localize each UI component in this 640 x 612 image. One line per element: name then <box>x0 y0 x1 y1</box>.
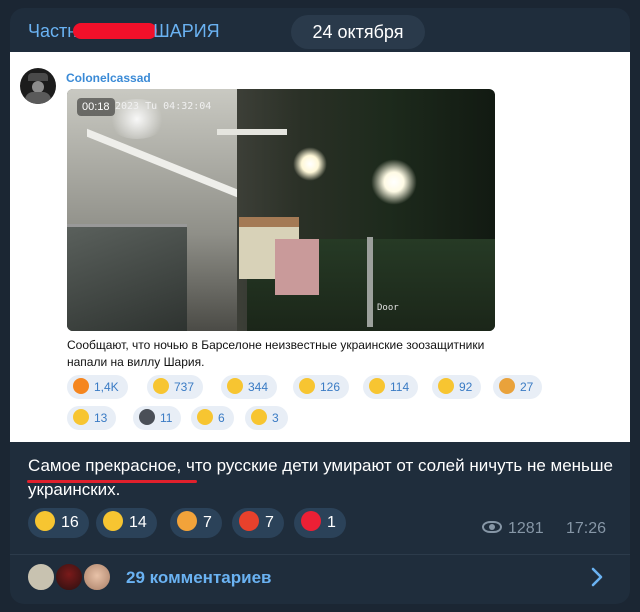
view-count: 1281 <box>482 520 544 538</box>
reaction-chip[interactable]: 114 <box>363 375 419 399</box>
clapping-icon <box>369 378 385 394</box>
reaction-chip[interactable]: 13 <box>67 406 117 430</box>
commenter-avatar <box>82 562 112 592</box>
comments-link[interactable]: 29 комментариев <box>126 568 271 588</box>
camera-timestamp: 2023 Tu 04:32:04 <box>115 101 212 112</box>
eye-icon <box>482 521 502 533</box>
video-thumbnail[interactable]: 00:18 2023 Tu 04:32:04 Door <box>67 89 495 331</box>
grinning-icon <box>153 378 169 394</box>
grinning-icon <box>35 511 55 531</box>
thumbs-up-icon <box>103 511 123 531</box>
angry-face-icon <box>239 511 259 531</box>
commenter-avatar <box>26 562 56 592</box>
message-card: Частн ШАРИЯ 24 октября Colonelcassad 00:1… <box>10 8 630 604</box>
screaming-icon <box>299 378 315 394</box>
reaction-chip[interactable]: 3 <box>245 406 288 430</box>
love-hearts-icon <box>197 409 213 425</box>
chevron-right-icon[interactable] <box>590 566 604 588</box>
forwarded-screenshot: Colonelcassad 00:18 2023 Tu 04:32:04 Doo… <box>10 52 630 442</box>
heart-eyes-icon <box>251 409 267 425</box>
party-popper-icon <box>499 378 515 394</box>
reaction-chip[interactable]: 6 <box>191 406 234 430</box>
reaction-button[interactable]: 7 <box>232 508 284 538</box>
forwarded-caption: Сообщают, что ночью в Барселоне неизвест… <box>67 338 485 369</box>
divider <box>10 554 630 555</box>
dark-moon-icon <box>139 409 155 425</box>
reaction-chip[interactable]: 344 <box>221 375 278 399</box>
reaction-chip[interactable]: 1,4K <box>67 375 128 399</box>
reaction-chip[interactable]: 27 <box>493 375 543 399</box>
channel-title-prefix: Частн <box>28 21 78 41</box>
message-text: Самое прекрасное, что русские дети умира… <box>28 454 618 502</box>
author-avatar <box>20 68 56 104</box>
fire-icon <box>73 378 89 394</box>
reaction-chip[interactable]: 11 <box>133 406 182 430</box>
reaction-chip[interactable]: 126 <box>293 375 350 399</box>
redaction-mark <box>73 23 158 39</box>
reaction-button[interactable]: 7 <box>170 508 222 538</box>
channel-title[interactable]: Частн ШАРИЯ <box>28 21 220 42</box>
video-duration: 00:18 <box>77 98 115 116</box>
reaction-button[interactable]: 16 <box>28 508 89 538</box>
camera-label: Door <box>377 303 399 313</box>
reaction-chip[interactable]: 737 <box>147 375 204 399</box>
highlighted-phrase: Самое прекрасное <box>28 456 177 475</box>
red-heart-icon <box>301 511 321 531</box>
red-underline <box>27 480 197 483</box>
reaction-button[interactable]: 1 <box>294 508 346 538</box>
reaction-button[interactable]: 14 <box>96 508 157 538</box>
channel-title-suffix: ШАРИЯ <box>153 21 220 41</box>
reaction-chip[interactable]: 92 <box>432 375 482 399</box>
lightning-icon <box>73 409 89 425</box>
laughing-icon <box>227 378 243 394</box>
thumbs-up-icon <box>438 378 454 394</box>
commenter-avatar <box>54 562 84 592</box>
date-badge: 24 октября <box>291 15 425 49</box>
exploding-head-icon <box>177 511 197 531</box>
message-time: 17:26 <box>566 520 607 537</box>
author-name: Colonelcassad <box>66 71 151 85</box>
